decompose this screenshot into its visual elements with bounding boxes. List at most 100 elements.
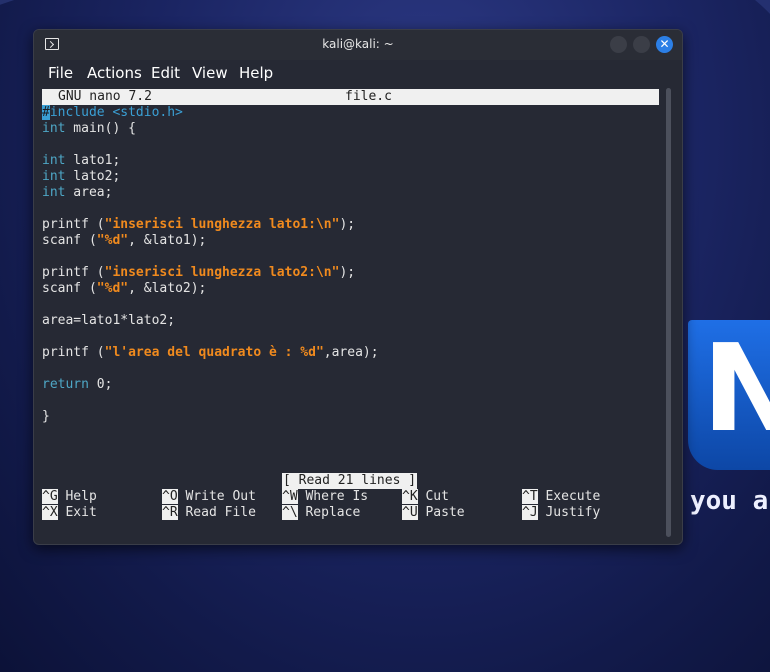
nano-header: GNU nano 7.2 file.c [42, 89, 659, 105]
code-token: lato1; [65, 153, 121, 168]
code-token: printf ( [42, 265, 105, 280]
shortcut-label: Write Out [185, 489, 256, 504]
shortcut-label: Justify [545, 505, 601, 520]
shortcut-label: Help [65, 489, 97, 504]
code-token: main() { [65, 121, 136, 136]
menu-help[interactable]: Help [239, 64, 273, 82]
code-line: printf ("inserisci lunghezza lato1:\n"); [42, 217, 379, 233]
shortcut-label: Read File [185, 505, 256, 520]
code-token: ); [339, 265, 356, 280]
terminal-area[interactable]: GNU nano 7.2 file.c #include <stdio.h> i… [42, 89, 659, 535]
code-token: int [42, 153, 66, 168]
wallpaper-logo: N [688, 320, 770, 470]
code-token: area; [65, 185, 113, 200]
shortcut-where-is[interactable]: ^W Where Is [282, 489, 368, 505]
shortcut-label: Cut [425, 489, 449, 504]
shortcut-replace[interactable]: ^\ Replace [282, 505, 360, 521]
shortcut-key: ^J [522, 505, 538, 520]
code-token: int [42, 169, 66, 184]
code-token: printf ( [42, 217, 105, 232]
terminal-window: kali@kali: ~ ✕ File Actions Edit View He… [33, 29, 683, 545]
shortcut-key: ^X [42, 505, 58, 520]
shortcut-help[interactable]: ^G Help [42, 489, 97, 505]
code-token: } [42, 409, 50, 424]
shortcut-key: ^O [162, 489, 178, 504]
code-string: "inserisci lunghezza lato1:\n" [104, 217, 340, 232]
shortcut-key: ^U [402, 505, 418, 520]
code-editor[interactable]: #include <stdio.h> int main() { int lato… [42, 105, 379, 425]
shortcut-label: Execute [545, 489, 601, 504]
menu-view[interactable]: View [192, 64, 228, 82]
menu-edit[interactable]: Edit [151, 64, 180, 82]
menu-file[interactable]: File [48, 64, 73, 82]
menu-actions[interactable]: Actions [87, 64, 142, 82]
code-line: int area; [42, 185, 379, 201]
shortcut-key: ^K [402, 489, 418, 504]
code-line: int lato2; [42, 169, 379, 185]
code-token: lato2; [65, 169, 121, 184]
shortcut-write-out[interactable]: ^O Write Out [162, 489, 256, 505]
title-bar[interactable]: kali@kali: ~ ✕ [34, 30, 682, 60]
code-line: } [42, 409, 379, 425]
scrollbar-thumb[interactable] [666, 88, 671, 537]
maximize-button[interactable] [633, 36, 650, 53]
shortcut-justify[interactable]: ^J Justify [522, 505, 600, 521]
code-line: int main() { [42, 121, 379, 137]
shortcut-execute[interactable]: ^T Execute [522, 489, 600, 505]
shortcut-label: Where Is [305, 489, 369, 504]
shortcut-paste[interactable]: ^U Paste [402, 505, 465, 521]
code-token: ,area); [323, 345, 379, 360]
wallpaper-quote: you are [690, 486, 770, 516]
code-line: printf ("l'area del quadrato è : %d",are… [42, 345, 379, 361]
code-token: include <stdio.h> [49, 105, 183, 120]
shortcut-key: ^W [282, 489, 298, 504]
status-message: [ Read 21 lines ] [282, 473, 418, 489]
shortcut-key: ^R [162, 505, 178, 520]
code-token: , &lato1); [128, 233, 207, 248]
code-line: printf ("inserisci lunghezza lato2:\n"); [42, 265, 379, 281]
code-line: int lato1; [42, 153, 379, 169]
code-token: int [42, 185, 66, 200]
shortcut-label: Replace [305, 505, 361, 520]
shortcut-label: Paste [425, 505, 465, 520]
shortcut-key: ^T [522, 489, 538, 504]
window-title: kali@kali: ~ [322, 37, 394, 51]
code-line: #include <stdio.h> [42, 105, 379, 121]
code-token: ); [339, 217, 356, 232]
code-token: , &lato2); [128, 281, 207, 296]
scrollbar[interactable] [666, 88, 671, 537]
shortcut-key: ^\ [282, 505, 298, 520]
code-line: return 0; [42, 377, 379, 393]
code-token: return [42, 377, 89, 392]
shortcut-read-file[interactable]: ^R Read File [162, 505, 256, 521]
minimize-button[interactable] [610, 36, 627, 53]
close-button[interactable]: ✕ [656, 36, 673, 53]
code-line: scanf ("%d", &lato1); [42, 233, 379, 249]
code-token: scanf ( [42, 233, 97, 248]
nano-version: GNU nano 7.2 [58, 89, 152, 104]
code-string: "inserisci lunghezza lato2:\n" [104, 265, 340, 280]
shortcut-exit[interactable]: ^X Exit [42, 505, 97, 521]
menu-bar: File Actions Edit View Help [34, 60, 682, 86]
code-string: "%d" [96, 281, 129, 296]
code-token: printf ( [42, 345, 105, 360]
code-string: "l'area del quadrato è : %d" [104, 345, 324, 360]
code-token: area=lato1*lato2; [42, 313, 176, 328]
code-line: scanf ("%d", &lato2); [42, 281, 379, 297]
code-token: 0; [88, 377, 113, 392]
shortcut-key: ^G [42, 489, 58, 504]
code-token: int [42, 121, 66, 136]
nano-filename: file.c [345, 89, 392, 104]
shortcut-cut[interactable]: ^K Cut [402, 489, 449, 505]
code-line: area=lato1*lato2; [42, 313, 379, 329]
wallpaper-logo-letter: N [702, 320, 770, 459]
code-string: "%d" [96, 233, 129, 248]
code-token: scanf ( [42, 281, 97, 296]
